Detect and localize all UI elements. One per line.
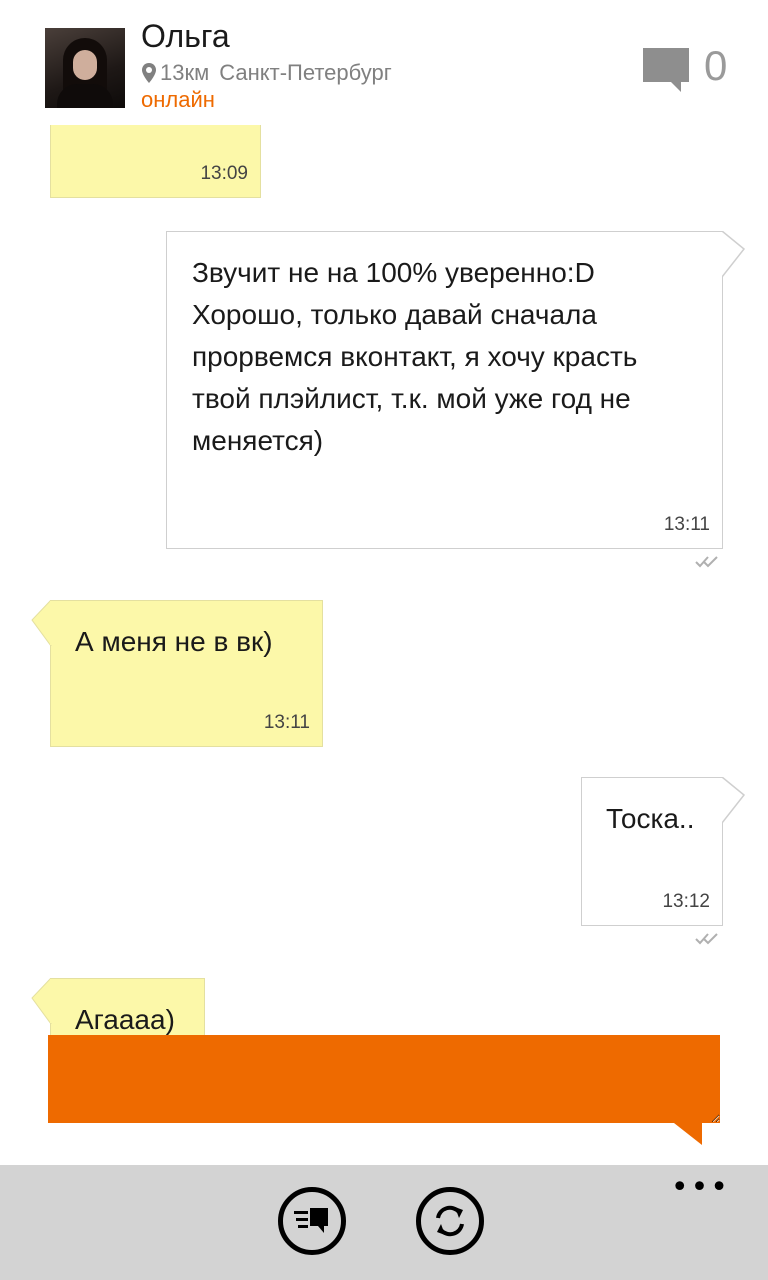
chat-list-icon [294,1208,328,1233]
message-outgoing: Звучит не на 100% уверенно:D Хорошо, тол… [166,231,723,549]
avatar[interactable] [45,28,125,108]
bubble-tail [722,777,746,823]
refresh-button[interactable] [416,1187,484,1255]
message-text: Звучит не на 100% уверенно:D Хорошо, тол… [192,257,638,456]
contact-location: 13км Санкт-Петербург [141,60,392,86]
app-bar: ••• [0,1165,768,1280]
message-time: 13:11 [263,712,310,733]
chat-header: Ольга 13км Санкт-Петербург онлайн 0 [0,0,768,125]
message-text: Тоска.. [606,803,695,834]
bubble-tail [31,978,52,1024]
message-text: А меня не в вк) [75,626,273,657]
chat-list-button[interactable] [278,1187,346,1255]
bubble-tail [722,231,746,277]
online-status: онлайн [141,87,215,112]
message-time: 13:12 [662,891,710,912]
message-outgoing: Тоска.. 13:12 [581,777,723,926]
compose-tail [674,1123,702,1145]
contact-city: Санкт-Петербург [219,60,392,85]
bubble-tail [31,600,52,646]
refresh-icon [436,1205,464,1237]
message-input[interactable] [48,1035,720,1123]
message-time: 13:11 [663,514,710,535]
more-options-button[interactable]: ••• [671,1173,730,1203]
message-count: 0 [704,42,728,89]
message-incoming: А меня не в вк) 13:11 [50,600,323,747]
message-counter[interactable]: 0 [643,44,727,94]
contact-distance: 13км [160,60,210,85]
contact-name[interactable]: Ольга [141,18,230,55]
message-time: 13:09 [200,163,248,184]
double-check-icon [695,556,718,568]
double-check-icon [695,933,718,945]
location-pin-icon [142,63,156,83]
message-icon [643,48,689,92]
